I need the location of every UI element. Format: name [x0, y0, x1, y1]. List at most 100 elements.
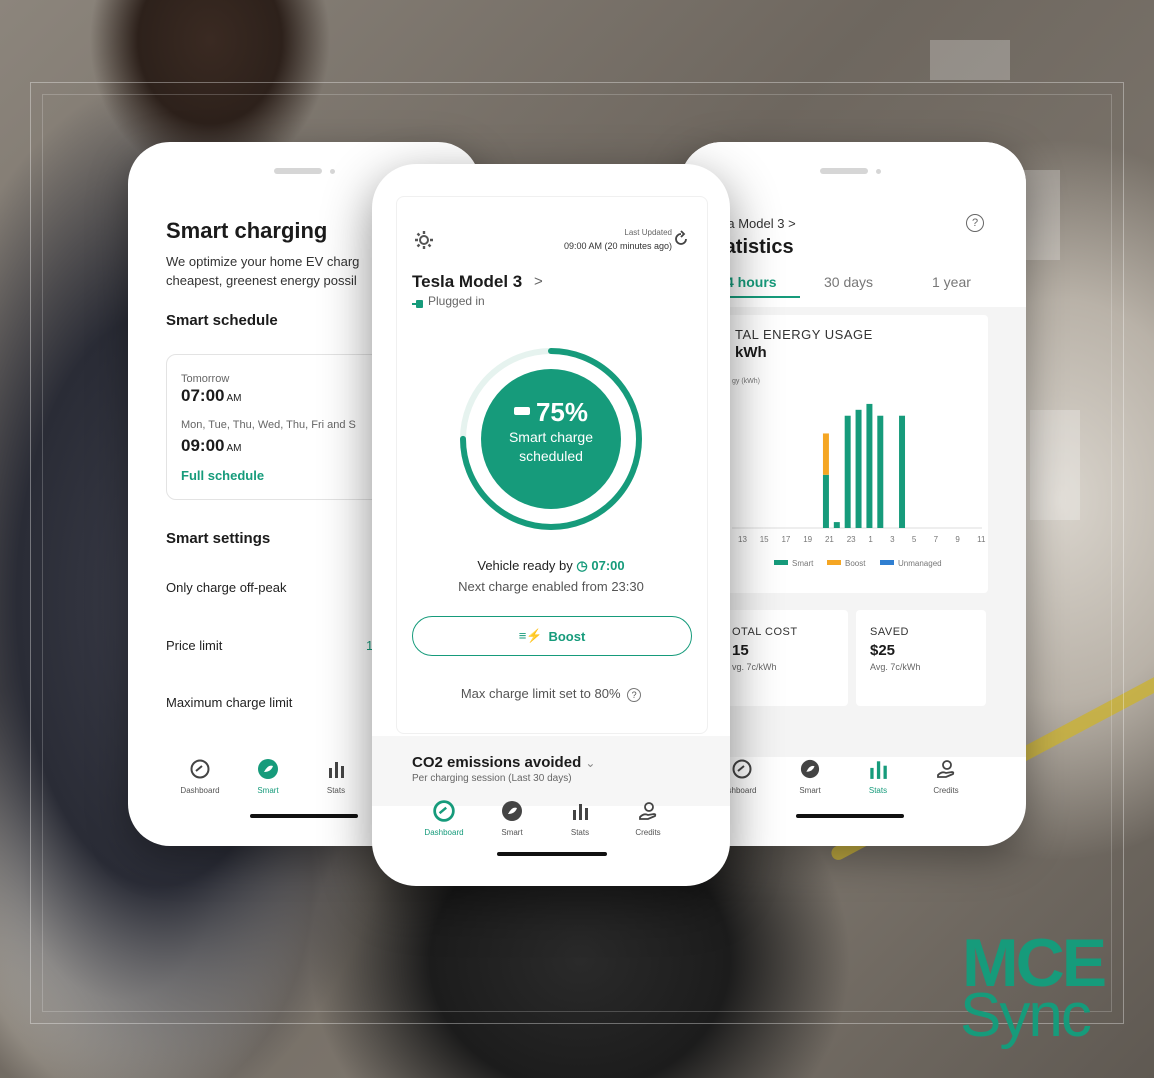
bar-smart-0	[855, 409, 862, 528]
help-icon[interactable]: ?	[966, 214, 984, 232]
background-window	[1030, 410, 1080, 520]
setting-off-peak[interactable]: Only charge off-peak	[166, 580, 286, 595]
charge-status-line: scheduled	[519, 448, 583, 464]
last-updated-time: 09:00 AM (20 minutes ago)	[563, 241, 672, 251]
schedule-time-value: 09:00	[181, 436, 225, 455]
nav-stats[interactable]: Stats	[844, 758, 912, 795]
tab-hours[interactable]: 4 hours	[726, 274, 777, 290]
phone-speaker	[820, 168, 868, 174]
x-tick-label: 1	[868, 535, 873, 544]
background-window	[930, 40, 1010, 80]
nav-dashboard[interactable]: Dashboard	[166, 758, 234, 795]
max-charge-text: Max charge limit set to 80%	[460, 686, 621, 701]
active-tab-underline	[718, 296, 800, 298]
x-tick-label: 3	[890, 535, 895, 544]
saved-value: $25	[870, 642, 896, 659]
bottom-nav: Dashboard Smart Stats	[166, 758, 370, 795]
background-window	[1020, 170, 1060, 260]
nav-dashboard[interactable]: Dashboard	[410, 800, 478, 837]
co2-subtitle: Per charging session (Last 30 days)	[412, 773, 572, 784]
x-tick-label: 13	[738, 535, 747, 544]
vehicle-chevron-icon[interactable]: >	[534, 273, 543, 290]
hand-coin-icon	[637, 800, 659, 822]
page-title: Smart charging	[166, 218, 328, 243]
schedule-day: Tomorrow	[181, 373, 230, 385]
saved-heading: SAVED	[870, 626, 909, 638]
setting-price-limit[interactable]: Price limit	[166, 638, 222, 653]
plug-icon	[412, 296, 424, 314]
total-cost-card: OTAL COST 15 vg. 7c/kWh	[718, 610, 848, 706]
nav-label: Stats	[868, 786, 888, 795]
charge-percent-value: 75%	[535, 397, 589, 427]
nav-smart[interactable]: Smart	[234, 758, 302, 795]
smart-schedule-heading: Smart schedule	[166, 312, 278, 329]
nav-label: Smart	[799, 786, 821, 795]
energy-usage-chart: 13 15 17 19 21 23 1 3 5 7 9 11Smart Boost Unmanaged	[732, 403, 986, 568]
vehicle-name[interactable]: Tesla Model 3	[412, 272, 522, 292]
nav-smart[interactable]: Smart	[478, 800, 546, 837]
co2-title[interactable]: CO2 emissions avoided ⌄	[412, 754, 595, 771]
next-charge: Next charge enabled from 23:30	[458, 579, 644, 594]
bar-smart-23	[844, 415, 851, 528]
description-line: We optimize your home EV charg	[166, 254, 360, 269]
charge-gauge: 75% Smart charge scheduled	[456, 344, 646, 534]
phone-statistics: sla Model 3 > ? tatistics 4 hours 30 day…	[680, 142, 1026, 846]
boost-icon: ≡⚡	[518, 628, 543, 643]
setting-max-charge[interactable]: Maximum charge limit	[166, 695, 292, 710]
leaf-clock-icon	[257, 758, 279, 780]
x-tick-label: 7	[934, 535, 939, 544]
bar-smart-2	[877, 415, 884, 528]
battery-icon	[513, 407, 530, 416]
boost-label: Boost	[548, 628, 586, 644]
charge-percent: 75%	[481, 397, 621, 428]
ready-time[interactable]: 07:00	[591, 558, 624, 573]
phone-camera	[876, 169, 881, 174]
max-charge-limit: Max charge limit set to 80% ?	[372, 686, 730, 702]
bottom-nav: Dashboard Smart Stats Credits	[410, 800, 682, 837]
nav-credits[interactable]: Credits	[614, 800, 682, 837]
smart-settings-heading: Smart settings	[166, 530, 271, 547]
settings-gear-icon[interactable]	[414, 230, 434, 255]
x-tick-label: 15	[760, 535, 769, 544]
gauge-icon	[433, 800, 455, 822]
page-description: We optimize your home EV charg cheapest,…	[166, 252, 359, 290]
usage-heading: TAL ENERGY USAGE	[735, 327, 873, 342]
chevron-down-icon: ⌄	[585, 756, 596, 770]
saved-sub: Avg. 7c/kWh	[870, 662, 921, 672]
bar-smart-22	[833, 522, 840, 528]
last-updated-label: Last Updated	[624, 228, 672, 237]
nav-credits[interactable]: Credits	[912, 758, 980, 795]
nav-label: Stats	[326, 786, 346, 795]
full-schedule-link[interactable]: Full schedule	[181, 468, 264, 483]
tab-1-year[interactable]: 1 year	[932, 274, 971, 290]
nav-smart[interactable]: Smart	[776, 758, 844, 795]
description-line: cheapest, greenest energy possil	[166, 273, 357, 288]
bottom-nav: shboard Smart Stats Credits	[708, 758, 980, 795]
bar-smart-1	[866, 403, 873, 528]
leaf-clock-icon	[799, 758, 821, 780]
co2-title-text: CO2 emissions avoided	[412, 754, 582, 771]
tab-30-days[interactable]: 30 days	[824, 274, 873, 290]
leaf-clock-icon	[501, 800, 523, 822]
schedule-ampm: AM	[226, 393, 242, 404]
gauge-icon	[189, 758, 211, 780]
legend-swatch-smart	[774, 560, 788, 565]
hand-coin-icon	[935, 758, 957, 780]
nav-stats[interactable]: Stats	[546, 800, 614, 837]
legend-swatch-unmanaged	[880, 560, 894, 565]
nav-label: Smart	[257, 786, 279, 795]
x-tick-label: 9	[955, 535, 960, 544]
saved-card: SAVED $25 Avg. 7c/kWh	[856, 610, 986, 706]
boost-button[interactable]: ≡⚡ Boost	[412, 616, 692, 656]
schedule-time-value: 07:00	[181, 386, 225, 405]
phone-camera	[330, 169, 335, 174]
vehicle-ready: Vehicle ready by ◷ 07:00	[372, 558, 730, 574]
bar-chart-icon	[569, 800, 591, 822]
help-icon[interactable]: ?	[627, 688, 642, 702]
legend-label-boost: Boost	[845, 559, 866, 568]
home-indicator	[796, 814, 904, 818]
nav-stats[interactable]: Stats	[302, 758, 370, 795]
refresh-icon[interactable]	[672, 230, 690, 253]
co2-section[interactable]	[372, 736, 730, 806]
phone-speaker	[274, 168, 322, 174]
